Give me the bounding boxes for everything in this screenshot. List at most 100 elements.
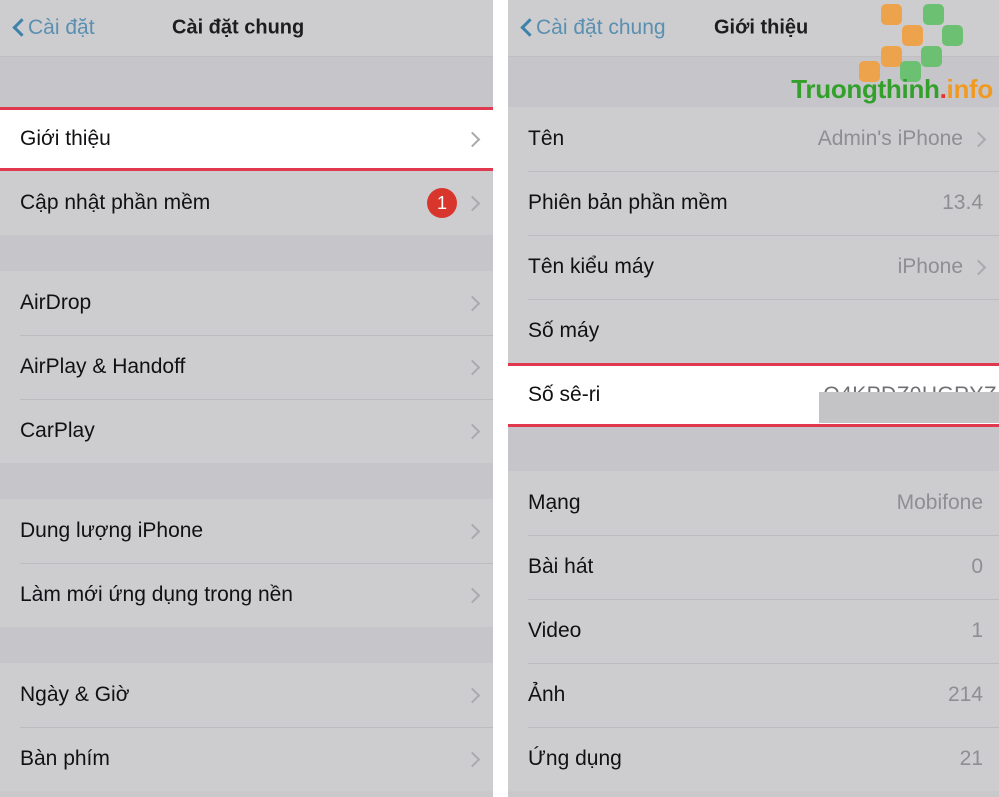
left-group-3: Dung lượng iPhone Làm mới ứng dụng trong… [0,499,493,627]
redaction-overlay [819,392,999,423]
chevron-right-icon [467,751,477,768]
chevron-right-icon [467,523,477,540]
right-navbar: Cài đặt chung Giới thiệu [508,0,999,57]
row-phien-ban-phan-mem: Phiên bản phần mềm 13.4 [508,171,999,235]
right-group-2: Mạng Mobifone Bài hát 0 Video 1 Ảnh 214 … [508,471,999,791]
screenshot-root: Cài đặt Cài đặt chung Giới thiệu Cập nhậ… [0,0,999,797]
row-accessory [467,687,477,704]
row-label: Bàn phím [20,747,110,770]
row-airplay-handoff[interactable]: AirPlay & Handoff [0,335,493,399]
row-so-se-ri[interactable]: Số sê-ri Q4KPDZ0HGRYZ [508,363,999,427]
row-accessory [467,523,477,540]
row-accessory: Q4KPDZ0HGRYZ [819,383,999,423]
section-gap [0,463,493,499]
row-label: CarPlay [20,419,95,442]
row-accessory [467,751,477,768]
row-value: Admin's iPhone [817,127,963,150]
row-value: 21 [959,747,983,770]
row-label: Tên [528,127,565,150]
section-gap [0,235,493,271]
chevron-right-icon [973,131,983,148]
left-group-1: Giới thiệu Cập nhật phần mềm 1 [0,107,493,235]
row-cap-nhat-phan-mem[interactable]: Cập nhật phần mềm 1 [0,171,493,235]
chevron-right-icon [973,259,983,276]
right-group-1: Tên Admin's iPhone Phiên bản phần mềm 13… [508,107,999,427]
row-dung-luong-iphone[interactable]: Dung lượng iPhone [0,499,493,563]
left-page-title: Cài đặt chung [172,16,305,39]
row-value: 13.4 [942,191,983,214]
row-ten[interactable]: Tên Admin's iPhone [508,107,999,171]
chevron-right-icon [467,195,477,212]
row-value: Mobifone [896,491,983,514]
section-gap [0,57,493,107]
row-accessory: 0 [971,555,983,579]
row-value: 214 [947,683,983,706]
row-label: Ứng dụng [528,747,622,770]
row-ung-dung: Ứng dụng 21 [508,727,999,791]
row-label: Tên kiểu máy [528,255,655,278]
row-label: Dung lượng iPhone [20,519,204,542]
row-label: Số máy [528,319,600,342]
update-badge: 1 [427,188,457,218]
row-lam-moi-ung-dung[interactable]: Làm mới ứng dụng trong nền [0,563,493,627]
about-panel: Cài đặt chung Giới thiệu Tên Admin's iPh… [508,0,999,797]
section-gap [508,427,999,471]
settings-general-panel: Cài đặt Cài đặt chung Giới thiệu Cập nhậ… [0,0,493,797]
row-value: 1 [971,619,983,642]
row-accessory [467,131,477,148]
row-accessory: 1 [427,188,477,218]
row-label: Phiên bản phần mềm [528,191,728,214]
row-gioi-thieu[interactable]: Giới thiệu [0,107,493,171]
chevron-right-icon [467,587,477,604]
row-label: Video [528,619,582,642]
chevron-left-icon [520,18,532,38]
back-button-label: Cài đặt [28,16,95,39]
chevron-left-icon [12,18,24,38]
row-accessory [467,423,477,440]
row-mang: Mạng Mobifone [508,471,999,535]
back-button-label: Cài đặt chung [536,16,666,39]
row-label: Làm mới ứng dụng trong nền [20,583,293,606]
row-label: AirPlay & Handoff [20,355,186,378]
row-so-may: Số máy [508,299,999,363]
row-label: Ảnh [528,683,566,706]
row-accessory [467,295,477,312]
row-accessory: 13.4 [942,191,983,215]
left-group-4: Ngày & Giờ Bàn phím [0,663,493,791]
chevron-right-icon [467,131,477,148]
chevron-right-icon [467,359,477,376]
row-label: Ngày & Giờ [20,683,130,706]
back-to-general-button[interactable]: Cài đặt chung [520,16,666,40]
chevron-right-icon [467,687,477,704]
row-label: AirDrop [20,291,92,314]
right-page-title: Giới thiệu [714,16,809,39]
row-accessory: Mobifone [897,491,983,515]
left-navbar: Cài đặt Cài đặt chung [0,0,493,57]
row-accessory: iPhone [898,255,983,279]
row-label: Cập nhật phần mềm [20,191,211,214]
row-video: Video 1 [508,599,999,663]
row-accessory [467,587,477,604]
row-label: Mạng [528,491,581,514]
left-group-2: AirDrop AirPlay & Handoff CarPlay [0,271,493,463]
row-accessory: Admin's iPhone [818,127,983,151]
row-label: Giới thiệu [20,127,111,150]
serial-number-field: Q4KPDZ0HGRYZ [819,383,999,423]
back-to-settings-button[interactable]: Cài đặt [12,16,95,40]
row-label: Bài hát [528,555,594,578]
row-airdrop[interactable]: AirDrop [0,271,493,335]
row-anh: Ảnh 214 [508,663,999,727]
row-ban-phim[interactable]: Bàn phím [0,727,493,791]
row-accessory: 21 [960,747,983,771]
row-accessory: 1 [971,619,983,643]
row-bai-hat: Bài hát 0 [508,535,999,599]
row-value: 0 [971,555,983,578]
row-value: iPhone [897,255,963,278]
row-carplay[interactable]: CarPlay [0,399,493,463]
row-label: Số sê-ri [528,383,601,406]
row-accessory [467,359,477,376]
chevron-right-icon [467,295,477,312]
row-ten-kieu-may[interactable]: Tên kiểu máy iPhone [508,235,999,299]
row-ngay-gio[interactable]: Ngày & Giờ [0,663,493,727]
chevron-right-icon [467,423,477,440]
